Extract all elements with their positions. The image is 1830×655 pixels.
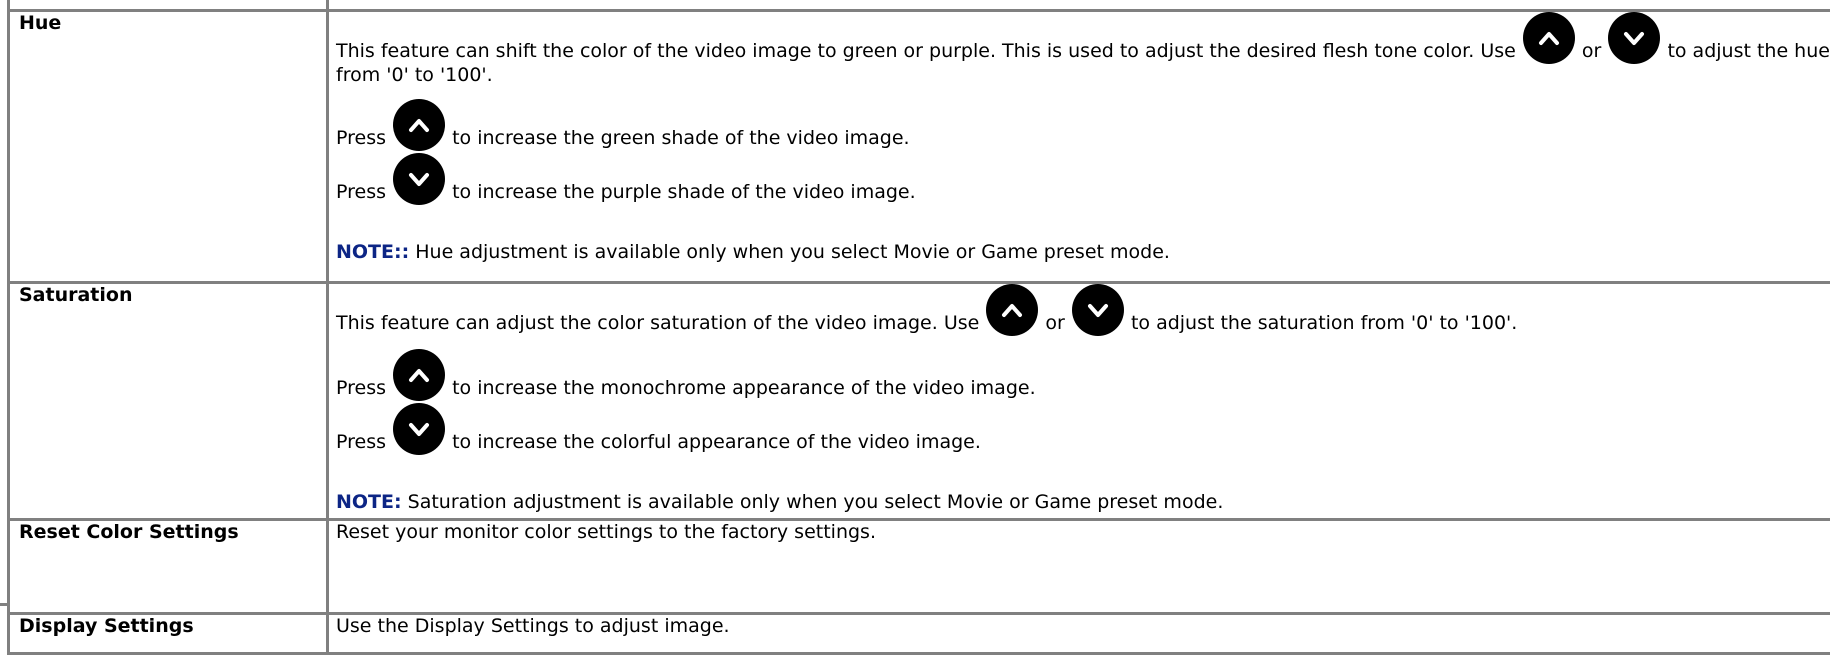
press-text: Press	[336, 181, 387, 203]
saturation-intro-text: This feature can adjust the color satura…	[336, 312, 980, 334]
saturation-label: Saturation	[10, 284, 329, 521]
saturation-press-up: Press to increase the monochrome appeara…	[336, 349, 1830, 401]
hue-press-down: Press to increase the purple shade of th…	[336, 153, 1830, 205]
hue-intro: This feature can shift the color of the …	[336, 12, 1830, 86]
table-row	[10, 0, 1830, 12]
saturation-note: NOTE: Saturation adjustment is available…	[336, 491, 1830, 513]
display-label: Display Settings	[10, 615, 329, 655]
label-cell	[10, 0, 329, 12]
press-text: Press	[336, 431, 387, 453]
hue-up-text: to increase the green shade of the video…	[452, 127, 910, 149]
hue-press-up: Press to increase the green shade of the…	[336, 99, 1830, 151]
hue-down-text: to increase the purple shade of the vide…	[452, 181, 916, 203]
reset-description: Reset your monitor color settings to the…	[329, 521, 1830, 615]
chevron-down-icon	[1071, 284, 1124, 336]
divider	[0, 603, 7, 606]
chevron-down-icon	[393, 403, 446, 455]
or-text: or	[1045, 312, 1065, 334]
hue-label: Hue	[10, 12, 329, 284]
chevron-down-icon	[393, 153, 446, 205]
press-text: Press	[336, 377, 387, 399]
table-row-hue: Hue This feature can shift the color of …	[10, 12, 1830, 284]
table-row-reset: Reset Color Settings Reset your monitor …	[10, 521, 1830, 615]
press-text: Press	[336, 127, 387, 149]
table-row-display: Display Settings Use the Display Setting…	[10, 615, 1830, 655]
chevron-up-icon	[986, 284, 1039, 336]
note-label: NOTE::	[336, 241, 410, 263]
saturation-press-down: Press to increase the colorful appearanc…	[336, 403, 1830, 455]
hue-description: This feature can shift the color of the …	[329, 12, 1830, 284]
reset-text: Reset your monitor color settings to the…	[336, 521, 876, 543]
display-description: Use the Display Settings to adjust image…	[329, 615, 1830, 655]
chevron-up-icon	[1522, 12, 1575, 64]
saturation-note-text: Saturation adjustment is available only …	[401, 491, 1224, 513]
saturation-intro: This feature can adjust the color satura…	[336, 284, 1830, 336]
hue-note: NOTE:: Hue adjustment is available only …	[336, 241, 1830, 263]
chevron-up-icon	[393, 349, 446, 401]
hue-note-text: Hue adjustment is available only when yo…	[409, 241, 1170, 263]
display-text: Use the Display Settings to adjust image…	[336, 615, 730, 637]
table-row-saturation: Saturation This feature can adjust the c…	[10, 284, 1830, 521]
saturation-intro-end: to adjust the saturation from '0' to '10…	[1130, 312, 1518, 334]
settings-table: Hue This feature can shift the color of …	[7, 0, 1830, 655]
hue-intro-text: This feature can shift the color of the …	[336, 40, 1516, 62]
description-cell	[329, 0, 1830, 12]
note-label: NOTE:	[336, 491, 402, 513]
chevron-up-icon	[393, 99, 446, 151]
saturation-description: This feature can adjust the color satura…	[329, 284, 1830, 521]
reset-label: Reset Color Settings	[10, 521, 329, 615]
saturation-down-text: to increase the colorful appearance of t…	[452, 431, 981, 453]
chevron-down-icon	[1608, 12, 1661, 64]
or-text: or	[1581, 40, 1602, 62]
saturation-up-text: to increase the monochrome appearance of…	[452, 377, 1036, 399]
